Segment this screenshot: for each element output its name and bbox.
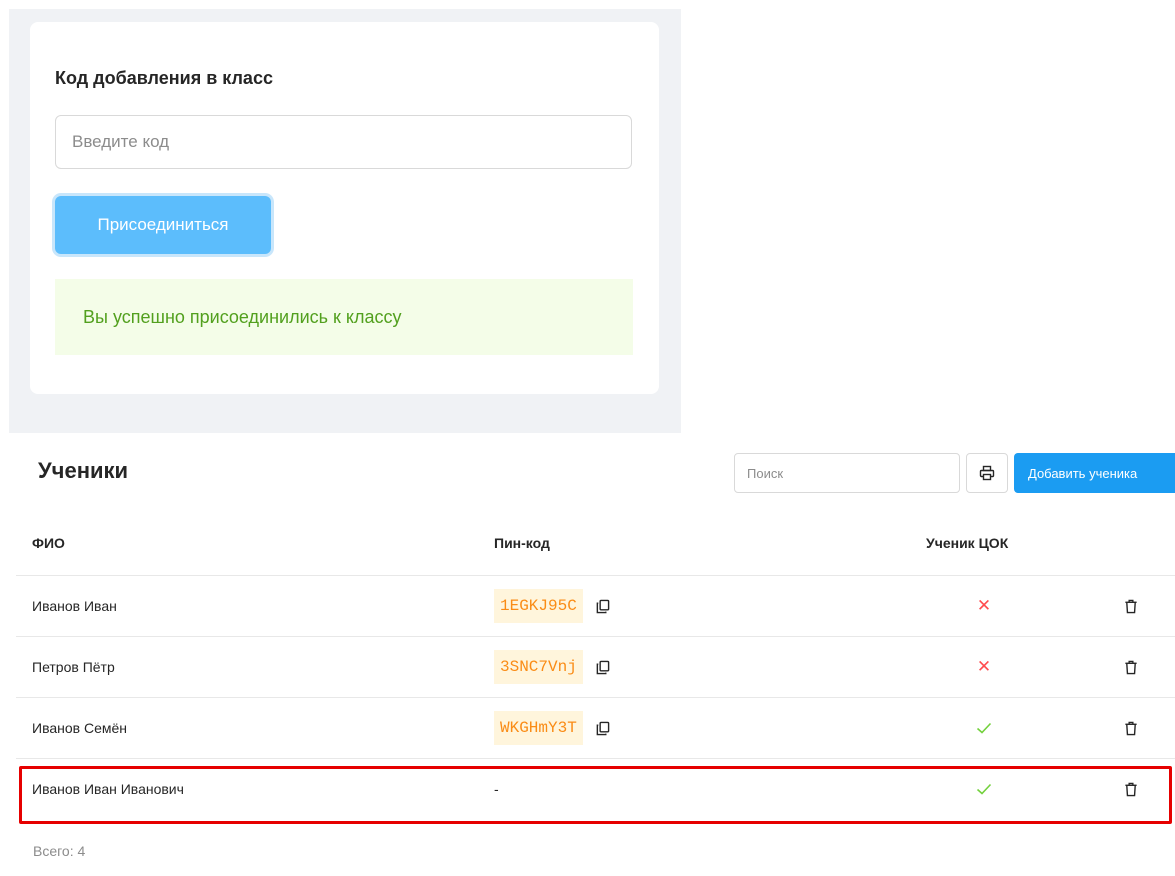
pin-cell: 3SNC7Vnj xyxy=(494,637,610,697)
table-row: Иванов Иван 1EGKJ95C ✕ xyxy=(16,576,1175,637)
delete-cell xyxy=(1116,576,1146,636)
pin-code: WKGHmY3T xyxy=(494,711,583,745)
success-alert: Вы успешно присоединились к классу xyxy=(55,279,633,355)
code-input[interactable] xyxy=(55,115,632,169)
column-header-name[interactable]: ФИО xyxy=(32,510,65,576)
search-input[interactable] xyxy=(734,453,960,493)
join-panel: Код добавления в класс Присоединиться Вы… xyxy=(9,9,681,433)
cok-status xyxy=(966,698,1002,758)
students-title: Ученики xyxy=(38,458,129,483)
trash-icon[interactable] xyxy=(1124,782,1138,797)
join-card: Код добавления в класс Присоединиться Вы… xyxy=(30,22,659,394)
pin-cell: WKGHmY3T xyxy=(494,698,610,758)
cok-status: ✕ xyxy=(966,576,1002,636)
close-icon: ✕ xyxy=(976,657,992,676)
copy-icon[interactable] xyxy=(595,599,610,614)
trash-icon[interactable] xyxy=(1124,660,1138,675)
copy-icon[interactable] xyxy=(595,721,610,736)
delete-cell xyxy=(1116,637,1146,697)
join-button[interactable]: Присоединиться xyxy=(55,196,271,254)
pin-cell: - xyxy=(494,759,499,819)
trash-icon[interactable] xyxy=(1124,599,1138,614)
total-count: Всего: 4 xyxy=(33,843,86,859)
cok-status: ✕ xyxy=(966,637,1002,697)
pin-code: - xyxy=(494,781,499,797)
delete-cell xyxy=(1116,759,1146,819)
delete-cell xyxy=(1116,698,1146,758)
table-row: Петров Пётр 3SNC7Vnj ✕ xyxy=(16,637,1175,698)
check-icon xyxy=(976,722,992,734)
table-row: Иванов Семён WKGHmY3T xyxy=(16,698,1175,759)
join-title: Код добавления в класс xyxy=(55,68,273,88)
student-name: Иванов Семён xyxy=(32,720,128,736)
success-message: Вы успешно присоединились к классу xyxy=(83,306,402,327)
pin-code: 1EGKJ95C xyxy=(494,589,583,623)
check-icon xyxy=(976,783,992,795)
close-icon: ✕ xyxy=(976,596,992,615)
print-button[interactable] xyxy=(966,453,1008,493)
column-header-cok[interactable]: Ученик ЦОК xyxy=(926,510,1008,576)
column-header-pin[interactable]: Пин-код xyxy=(494,510,550,576)
add-student-button[interactable]: Добавить ученика xyxy=(1014,453,1175,493)
copy-icon[interactable] xyxy=(595,660,610,675)
pin-code: 3SNC7Vnj xyxy=(494,650,583,684)
cok-status xyxy=(966,759,1002,819)
student-name: Иванов Иван xyxy=(32,598,117,614)
printer-icon xyxy=(979,465,995,481)
trash-icon[interactable] xyxy=(1124,721,1138,736)
students-table: ФИО Пин-код Ученик ЦОК Иванов Иван 1EGKJ… xyxy=(16,510,1175,820)
student-name: Петров Пётр xyxy=(32,659,115,675)
table-header: ФИО Пин-код Ученик ЦОК xyxy=(16,510,1175,576)
pin-cell: 1EGKJ95C xyxy=(494,576,610,636)
student-name: Иванов Иван Иванович xyxy=(32,781,184,797)
table-row: Иванов Иван Иванович - xyxy=(16,759,1175,820)
